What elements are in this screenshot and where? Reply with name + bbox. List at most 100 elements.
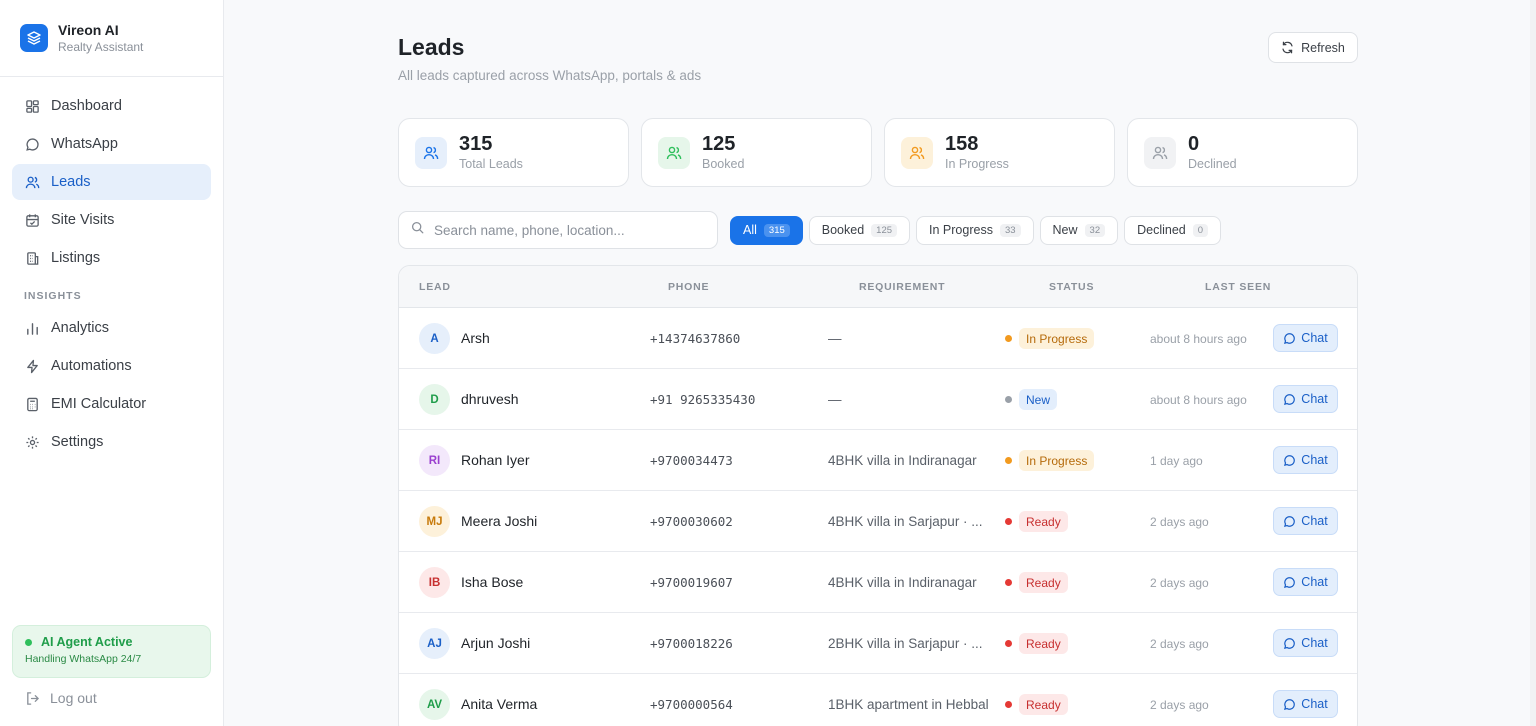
chat-button[interactable]: Chat (1273, 507, 1338, 535)
chat-button[interactable]: Chat (1273, 629, 1338, 657)
last-seen: 2 days ago (1150, 637, 1209, 651)
chat-button[interactable]: Chat (1273, 385, 1338, 413)
layers-icon (20, 24, 48, 52)
chat-button[interactable]: Chat (1273, 568, 1338, 596)
filter-new[interactable]: New 32 (1039, 215, 1119, 245)
table-row[interactable]: Ddhruvesh +91 9265335430 — New about 8 hours… (399, 369, 1357, 430)
chat-button[interactable]: Chat (1273, 446, 1338, 474)
filter-all[interactable]: All 315 (730, 215, 803, 245)
filter-count: 0 (1192, 223, 1209, 237)
lead-phone: +14374637860 (650, 331, 741, 346)
table-header: LEAD PHONE REQUIREMENT STATUS LAST SEEN (399, 266, 1357, 308)
status-dot (1005, 335, 1012, 342)
status-badge: Ready (1019, 511, 1068, 532)
avatar: RI (419, 445, 450, 476)
filter-count: 125 (871, 223, 898, 237)
agent-title: AI Agent Active (41, 635, 133, 649)
message-circle-icon (1283, 637, 1296, 650)
stat-label: Declined (1188, 157, 1237, 171)
table-body: A Arsh +14374637860 — In Progress about 8 hou… (399, 308, 1357, 726)
last-seen: 1 day ago (1150, 454, 1203, 468)
stat-card-in-progress: 158 In Progress (884, 118, 1115, 187)
refresh-icon (1281, 41, 1294, 54)
sidebar: Vireon AI Realty Assistant Dashboard Wha… (0, 0, 224, 726)
avatar: AV (419, 689, 450, 720)
leads-table: LEAD PHONE REQUIREMENT STATUS LAST SEEN … (398, 265, 1358, 726)
last-seen: 2 days ago (1150, 698, 1209, 712)
search-input[interactable] (434, 222, 704, 238)
sidebar-item-whatsapp[interactable]: WhatsApp (12, 126, 211, 162)
brand-name: Vireon AI (58, 21, 119, 38)
stat-card-booked: 125 Booked (641, 118, 872, 187)
lead-requirement: 1BHK apartment in Hebbal (828, 697, 989, 712)
lead-requirement: — (828, 331, 842, 346)
lead-name: Meera Joshi (461, 513, 538, 529)
status-dot (1005, 701, 1012, 708)
lead-phone: +91 9265335430 (650, 392, 756, 407)
chat-button[interactable]: Chat (1273, 324, 1338, 352)
table-row[interactable]: RI Rohan Iyer +9700034473 4BHK villa in Ind… (399, 430, 1357, 491)
message-circle-icon (1283, 393, 1296, 406)
message-circle-icon (1283, 332, 1296, 345)
last-seen: about 8 hours ago (1150, 393, 1247, 407)
filter-label: New (1052, 223, 1078, 237)
table-row[interactable]: AV Anita Verma +9700000564 1BHK apartment i… (399, 674, 1357, 726)
filter-booked[interactable]: Booked 125 (808, 215, 911, 245)
zap-icon (24, 358, 40, 374)
status-dot (1005, 457, 1012, 464)
column-header-last-seen: LAST SEEN (1205, 281, 1272, 293)
last-seen: 2 days ago (1150, 515, 1209, 529)
filter-declined[interactable]: Declined 0 (1124, 215, 1222, 245)
lead-phone: +9700034473 (650, 453, 733, 468)
lead-name: dhruvesh (461, 391, 519, 407)
message-circle-icon (1283, 576, 1296, 589)
filter-in-progress[interactable]: In Progress 33 (916, 215, 1034, 245)
sidebar-item-site-visits[interactable]: Site Visits (12, 202, 211, 238)
sidebar-item-label: Site Visits (51, 212, 115, 228)
table-row[interactable]: IB Isha Bose +9700019607 4BHK villa in Indi… (399, 552, 1357, 613)
refresh-button[interactable]: Refresh (1268, 32, 1358, 63)
table-row[interactable]: AJ Arjun Joshi +9700018226 2BHK villa in Sa… (399, 613, 1357, 674)
sidebar-item-label: Dashboard (51, 98, 122, 114)
sidebar-item-dashboard[interactable]: Dashboard (12, 88, 211, 124)
scrollbar[interactable] (1530, 0, 1536, 726)
status-badge: Ready (1019, 572, 1068, 593)
stat-label: Booked (702, 157, 745, 171)
lead-name: Arjun Joshi (461, 635, 531, 651)
sidebar-item-automations[interactable]: Automations (12, 348, 211, 384)
table-row[interactable]: MJ Meera Joshi +9700030602 4BHK villa in Sa… (399, 491, 1357, 552)
sidebar-item-analytics[interactable]: Analytics (12, 310, 211, 346)
sidebar-nav: Dashboard WhatsApp Leads Site Visits Lis… (12, 88, 211, 462)
sidebar-item-label: Leads (51, 174, 91, 190)
sidebar-item-leads[interactable]: Leads (12, 164, 211, 200)
agent-subtitle: Handling WhatsApp 24/7 (25, 653, 142, 665)
status-badge: Ready (1019, 633, 1068, 654)
column-header-phone: PHONE (668, 281, 710, 293)
refresh-label: Refresh (1301, 40, 1345, 55)
sidebar-item-listings[interactable]: Listings (12, 240, 211, 276)
brand: Vireon AI Realty Assistant (0, 0, 223, 77)
status-filters: All 315 Booked 125 In Progress 33 New 32… (730, 215, 1222, 245)
message-circle-icon (1283, 454, 1296, 467)
chat-button[interactable]: Chat (1273, 690, 1338, 718)
lead-name: Rohan Iyer (461, 452, 530, 468)
logout-icon (24, 690, 40, 706)
sidebar-item-settings[interactable]: Settings (12, 424, 211, 460)
table-row[interactable]: A Arsh +14374637860 — In Progress about 8 hou… (399, 308, 1357, 369)
filter-count: 32 (1084, 223, 1106, 237)
sidebar-item-emi-calculator[interactable]: EMI Calculator (12, 386, 211, 422)
sidebar-item-label: Settings (51, 434, 104, 450)
lead-name: Anita Verma (461, 696, 538, 712)
page-title: Leads (398, 34, 465, 60)
users-icon (415, 136, 447, 169)
dashboard-icon (24, 98, 40, 114)
brand-subtitle: Realty Assistant (58, 39, 144, 54)
avatar: AJ (419, 628, 450, 659)
section-title-insights: INSIGHTS (24, 290, 82, 302)
stat-value: 315 (459, 133, 493, 155)
users-icon (901, 136, 933, 169)
stat-card-total-leads: 315 Total Leads (398, 118, 629, 187)
logout-button[interactable]: Log out (24, 690, 97, 706)
last-seen: 2 days ago (1150, 576, 1209, 590)
lead-name: Arsh (461, 330, 490, 346)
